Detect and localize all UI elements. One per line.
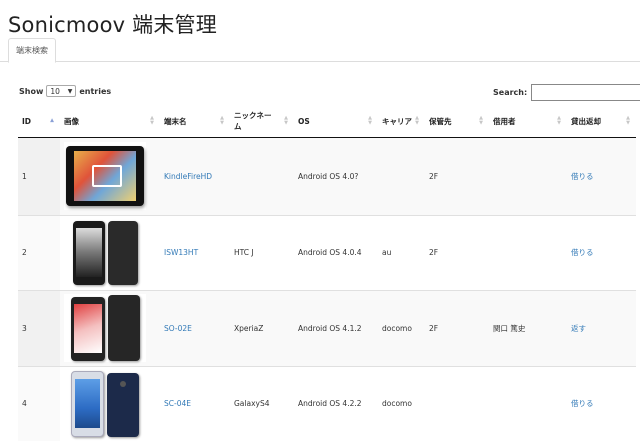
sort-both-icon: ▲ ▼: [220, 115, 224, 127]
cell-borrower: 関口 篤史: [489, 289, 567, 366]
borrow-link[interactable]: 借りる: [571, 172, 594, 181]
show-label: Show: [19, 86, 44, 96]
cell-carrier: docomo: [378, 289, 425, 366]
device-link[interactable]: KindleFireHD: [164, 172, 212, 181]
column-header-os[interactable]: OS ▲ ▼: [294, 106, 378, 138]
cell-id: 4: [18, 365, 60, 441]
cell-borrower: [489, 365, 567, 441]
search-input[interactable]: [531, 84, 640, 101]
cell-nickname: XperiaZ: [230, 289, 294, 366]
borrow-link[interactable]: 借りる: [571, 248, 594, 257]
page-length-value: 10: [50, 86, 60, 96]
cell-action: 借りる: [567, 136, 636, 215]
cell-storage: [425, 365, 489, 441]
cell-image: [60, 289, 160, 366]
column-label: ニックネーム: [234, 111, 272, 132]
page-title: Sonicmoov 端末管理: [8, 13, 217, 37]
sort-both-icon: ▲ ▼: [626, 115, 630, 127]
tablet-image: [64, 142, 146, 210]
column-label: 保管先: [429, 116, 452, 126]
cell-image: [60, 365, 160, 441]
device-link[interactable]: SC-04E: [164, 399, 191, 408]
search-label: Search:: [493, 88, 528, 97]
cell-borrower: [489, 214, 567, 290]
phone-image: [64, 294, 146, 362]
cell-device-name: SC-04E: [160, 365, 230, 441]
cell-storage: 2F: [425, 136, 489, 215]
tab-bar: 端末検索: [0, 38, 640, 63]
cell-os: Android OS 4.0?: [294, 136, 378, 215]
cell-nickname: HTC J: [230, 214, 294, 290]
column-label: 画像: [64, 116, 79, 126]
column-label: 端末名: [164, 116, 187, 126]
table-row: 4 SC-04E GalaxyS4 Android OS 4.2.2 docom…: [18, 365, 636, 441]
cell-action: 返す: [567, 289, 636, 366]
cell-storage: 2F: [425, 289, 489, 366]
sort-both-icon: ▲ ▼: [368, 115, 372, 127]
device-link[interactable]: ISW13HT: [164, 248, 198, 257]
column-header-lend-return[interactable]: 貸出返却 ▲ ▼: [567, 106, 636, 138]
cell-device-name: SO-02E: [160, 289, 230, 366]
device-table: ID ▲ 画像 ▲ ▼ 端末名 ▲ ▼ ニックネーム ▲ ▼ OS ▲ ▼ キャリア ▲ ▼ 保管先 ▲…: [18, 106, 636, 441]
cell-storage: 2F: [425, 214, 489, 290]
cell-action: 借りる: [567, 365, 636, 441]
borrow-link[interactable]: 借りる: [571, 399, 594, 408]
chevron-down-icon: ▼: [67, 87, 73, 95]
page-length-select[interactable]: 10 ▼: [46, 85, 77, 97]
phone-image: [64, 218, 146, 287]
sort-both-icon: ▲ ▼: [557, 115, 561, 127]
column-label: 借用者: [493, 116, 516, 126]
tab-device-search[interactable]: 端末検索: [8, 38, 56, 63]
column-label: ID: [22, 116, 32, 126]
column-header-image[interactable]: 画像 ▲ ▼: [60, 106, 160, 138]
column-header-nickname[interactable]: ニックネーム ▲ ▼: [230, 106, 294, 138]
column-header-carrier[interactable]: キャリア ▲ ▼: [378, 106, 425, 138]
table-header-row: ID ▲ 画像 ▲ ▼ 端末名 ▲ ▼ ニックネーム ▲ ▼ OS ▲ ▼ キャリア ▲ ▼ 保管先 ▲…: [18, 106, 636, 138]
table-row: 1 KindleFireHD Android OS 4.0? 2F 借りる: [18, 136, 636, 215]
cell-id: 3: [18, 289, 60, 366]
column-header-device-name[interactable]: 端末名 ▲ ▼: [160, 106, 230, 138]
page-length-control: Show 10 ▼ entries: [19, 85, 111, 97]
column-label: キャリア: [382, 116, 412, 126]
sort-both-icon: ▲ ▼: [479, 115, 483, 127]
cell-id: 1: [18, 136, 60, 215]
column-header-borrower[interactable]: 借用者 ▲ ▼: [489, 106, 567, 138]
search-control: Search:: [493, 84, 640, 101]
cell-os: Android OS 4.1.2: [294, 289, 378, 366]
sort-both-icon: ▲ ▼: [415, 115, 419, 127]
sort-asc-icon: ▲: [50, 117, 54, 124]
return-link[interactable]: 返す: [571, 324, 586, 333]
cell-nickname: GalaxyS4: [230, 365, 294, 441]
cell-os: Android OS 4.2.2: [294, 365, 378, 441]
cell-image: [60, 214, 160, 290]
table-row: 3 SO-02E XperiaZ Android OS 4.1.2 docomo…: [18, 289, 636, 366]
column-header-storage[interactable]: 保管先 ▲ ▼: [425, 106, 489, 138]
column-header-id[interactable]: ID ▲: [18, 106, 60, 138]
cell-carrier: [378, 136, 425, 215]
device-link[interactable]: SO-02E: [164, 324, 192, 333]
cell-carrier: docomo: [378, 365, 425, 441]
entries-label: entries: [79, 86, 112, 96]
column-label: 貸出返却: [571, 116, 601, 126]
table-row: 2 ISW13HT HTC J Android OS 4.0.4 au 2F 借…: [18, 214, 636, 290]
sort-both-icon: ▲ ▼: [284, 115, 288, 127]
cell-nickname: [230, 136, 294, 215]
phone-image: [64, 369, 146, 438]
cell-os: Android OS 4.0.4: [294, 214, 378, 290]
cell-borrower: [489, 136, 567, 215]
sort-both-icon: ▲ ▼: [150, 115, 154, 127]
cell-id: 2: [18, 214, 60, 290]
cell-image: [60, 136, 160, 215]
cell-action: 借りる: [567, 214, 636, 290]
cell-device-name: KindleFireHD: [160, 136, 230, 215]
cell-device-name: ISW13HT: [160, 214, 230, 290]
column-label: OS: [298, 116, 310, 126]
cell-carrier: au: [378, 214, 425, 290]
